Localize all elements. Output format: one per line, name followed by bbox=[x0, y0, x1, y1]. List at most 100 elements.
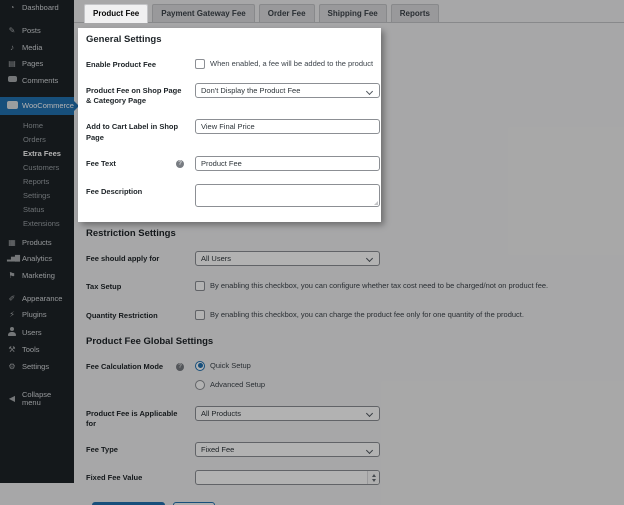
tab-payment-gateway-fee[interactable]: Payment Gateway Fee bbox=[152, 4, 255, 22]
sidebar-item-comments[interactable]: Comments bbox=[0, 72, 74, 90]
sidebar-item-label: Collapse menu bbox=[22, 389, 52, 407]
quantity-restriction-checkbox[interactable] bbox=[195, 309, 205, 320]
submenu-item-reports[interactable]: Reports bbox=[0, 174, 74, 188]
media-icon: ♪ bbox=[10, 42, 14, 52]
cart-label-input[interactable] bbox=[195, 119, 380, 135]
field-label: Fee Text bbox=[86, 158, 116, 168]
tab-shipping-fee[interactable]: Shipping Fee bbox=[318, 4, 387, 22]
posts-icon: ✎ bbox=[8, 26, 16, 36]
tab-product-fee[interactable]: Product Fee bbox=[84, 4, 149, 23]
sidebar-item-tools[interactable]: ⚒ Tools bbox=[0, 342, 74, 358]
tax-setup-checkbox[interactable] bbox=[195, 280, 205, 291]
form-row-enable-product-fee: Enable Product Fee When enabled, a fee w… bbox=[86, 57, 373, 70]
sidebar-item-settings[interactable]: ⚙ Settings bbox=[0, 359, 74, 375]
submenu-item-home[interactable]: Home bbox=[0, 118, 74, 132]
sidebar-item-products[interactable]: ▦ Products bbox=[0, 235, 74, 251]
submenu-item-status[interactable]: Status bbox=[0, 202, 74, 216]
sidebar-item-label: Tools bbox=[22, 345, 40, 355]
spinner-down-icon[interactable] bbox=[371, 478, 376, 484]
shop-page-display-select[interactable]: Don't Display the Product Fee bbox=[195, 83, 380, 99]
sidebar-item-label: Comments bbox=[22, 75, 59, 85]
sidebar-item-media[interactable]: ♪ Media bbox=[0, 40, 74, 56]
radio-label: Advanced Setup bbox=[210, 380, 266, 390]
tab-order-fee[interactable]: Order Fee bbox=[258, 4, 315, 22]
sidebar-item-label: Media bbox=[22, 42, 43, 52]
collapse-arrow-icon: ◀ bbox=[8, 394, 16, 403]
quick-setup-radio[interactable] bbox=[195, 360, 205, 371]
fee-description-textarea[interactable] bbox=[195, 183, 380, 207]
woocommerce-icon bbox=[7, 101, 18, 111]
form-row-fee-calculation-mode: Fee Calculation Mode ? Quick Setup Advan… bbox=[86, 359, 624, 390]
submenu-item-settings[interactable]: Settings bbox=[0, 188, 74, 202]
selected-option: Don't Display the Product Fee bbox=[201, 86, 301, 96]
field-label: Product Fee on Shop Page & Category Page bbox=[86, 86, 182, 106]
field-label: Product Fee is Applicable for bbox=[86, 408, 178, 428]
form-row-fixed-fee-value: Fixed Fee Value bbox=[86, 470, 624, 486]
paintbrush-icon: ✐ bbox=[8, 293, 16, 303]
comments-icon bbox=[7, 76, 17, 86]
fee-type-select[interactable]: Fixed Fee bbox=[195, 442, 380, 458]
field-label: Enable Product Fee bbox=[86, 60, 157, 69]
field-label: Quantity Restriction bbox=[86, 310, 158, 320]
products-icon: ▦ bbox=[8, 238, 16, 248]
sidebar-item-dashboard[interactable]: ◔ Dashboard bbox=[0, 0, 74, 16]
help-icon[interactable]: ? bbox=[176, 362, 184, 371]
restriction-settings-section: Restriction Settings Fee should apply fo… bbox=[86, 228, 624, 505]
fee-text-input[interactable] bbox=[195, 155, 380, 171]
tab-reports[interactable]: Reports bbox=[390, 4, 439, 22]
sidebar-item-label: Dashboard bbox=[22, 3, 59, 12]
spinner-up-icon[interactable] bbox=[371, 472, 376, 477]
sidebar-item-label: WooCommerce bbox=[22, 100, 74, 110]
sidebar-item-marketing[interactable]: ⚑ Marketing bbox=[0, 268, 74, 284]
sidebar-item-users[interactable]: Users bbox=[0, 323, 74, 342]
field-label: Fee Description bbox=[86, 186, 143, 196]
number-spinner[interactable] bbox=[367, 471, 379, 485]
form-row-quantity-restriction: Quantity Restriction By enabling this ch… bbox=[86, 308, 624, 321]
form-row-fee-description: Fee Description bbox=[86, 183, 380, 207]
sidebar-item-label: Plugins bbox=[22, 310, 47, 319]
general-settings-panel: General Settings Enable Product Fee When… bbox=[78, 28, 381, 222]
fee-apply-for-select[interactable]: All Users bbox=[195, 250, 380, 266]
gear-icon: ⚙ bbox=[8, 361, 16, 371]
sidebar-item-label: Marketing bbox=[22, 270, 55, 280]
submenu-item-customers[interactable]: Customers bbox=[0, 160, 74, 174]
section-title: Product Fee Global Settings bbox=[86, 335, 214, 347]
radio-label: Quick Setup bbox=[210, 361, 251, 371]
section-title: Restriction Settings bbox=[86, 227, 176, 239]
sidebar-item-pages[interactable]: ▤ Pages bbox=[0, 56, 74, 72]
form-row-fee-applicable-for: Product Fee is Applicable for All Produc… bbox=[86, 405, 624, 429]
sidebar-item-posts[interactable]: ✎ Posts bbox=[0, 23, 74, 39]
sidebar-item-plugins[interactable]: ⚡ Plugins bbox=[0, 307, 74, 323]
field-label: Fee should apply for bbox=[86, 253, 160, 263]
form-row-fee-text: Fee Text ? bbox=[86, 155, 380, 171]
sidebar-separator bbox=[0, 90, 74, 97]
submenu-item-orders[interactable]: Orders bbox=[0, 132, 74, 146]
checkbox-description: When enabled, a fee will be added to the… bbox=[210, 59, 373, 68]
enable-product-fee-checkbox[interactable] bbox=[195, 59, 205, 69]
sidebar-item-label: Settings bbox=[22, 361, 50, 371]
submenu-item-extra-fees[interactable]: Extra Fees bbox=[0, 146, 74, 160]
field-label: Fixed Fee Value bbox=[86, 473, 143, 483]
user-icon bbox=[7, 327, 17, 338]
selected-option: Fixed Fee bbox=[201, 445, 235, 455]
fixed-fee-value-input[interactable] bbox=[195, 470, 380, 486]
advanced-setup-radio[interactable] bbox=[195, 379, 205, 390]
submenu-item-extensions[interactable]: Extensions bbox=[0, 216, 74, 230]
sidebar-item-woocommerce[interactable]: WooCommerce bbox=[0, 97, 79, 115]
checkbox-description: By enabling this checkbox, you can confi… bbox=[210, 280, 549, 290]
sidebar-item-label: Products bbox=[22, 238, 52, 247]
sidebar-item-appearance[interactable]: ✐ Appearance bbox=[0, 291, 74, 307]
fee-applicable-for-select[interactable]: All Products bbox=[195, 405, 380, 421]
form-row-fee-apply-for: Fee should apply for All Users bbox=[86, 250, 624, 266]
sidebar-separator bbox=[0, 375, 74, 387]
form-row-shop-page-display: Product Fee on Shop Page & Category Page… bbox=[86, 83, 380, 106]
resize-handle-icon[interactable] bbox=[374, 200, 378, 205]
sidebar-item-label: Analytics bbox=[22, 254, 53, 264]
sidebar-item-analytics[interactable]: ▂▅▇ Analytics bbox=[0, 251, 74, 267]
form-row-tax-setup: Tax Setup By enabling this checkbox, you… bbox=[86, 279, 624, 292]
form-row-fee-type: Fee Type Fixed Fee bbox=[86, 442, 624, 458]
collapse-menu-button[interactable]: ◀ Collapse menu bbox=[0, 387, 74, 412]
checkbox-description: By enabling this checkbox, you can charg… bbox=[210, 309, 524, 319]
help-icon[interactable]: ? bbox=[176, 159, 184, 168]
sidebar-item-label: Posts bbox=[22, 26, 41, 36]
